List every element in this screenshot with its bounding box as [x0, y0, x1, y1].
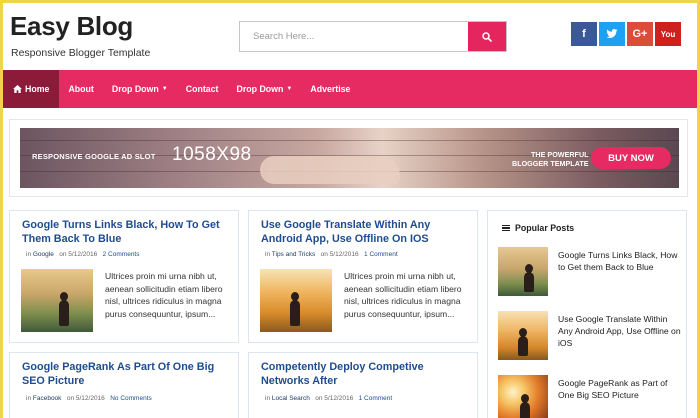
post-comments[interactable]: 1 Comment: [359, 395, 393, 402]
search-input[interactable]: [240, 22, 468, 51]
sidebar-heading: Popular Posts: [502, 223, 574, 233]
nav-item-label: Drop Down: [236, 84, 284, 94]
post-meta-in: in: [26, 395, 32, 402]
nav-item-label: Advertise: [310, 84, 351, 94]
thumbnail-figure: [518, 328, 528, 356]
nav-item-dropdown-1[interactable]: Drop Down ▼: [103, 70, 177, 108]
ad-image-hand: [260, 156, 400, 184]
popular-post-title[interactable]: Google PageRank as Part of One Big SEO P…: [558, 377, 683, 401]
site-title[interactable]: Easy Blog: [10, 11, 133, 42]
post-excerpt: Ultrices proin mi urna nibh ut, aenean s…: [105, 271, 223, 319]
nav-item-dropdown-2[interactable]: Drop Down ▼: [227, 70, 301, 108]
youtube-icon[interactable]: You: [655, 22, 681, 46]
ad-banner[interactable]: RESPONSIVE GOOGLE AD SLOT 1058X98 THE PO…: [20, 128, 679, 188]
post-date: on 5/12/2016: [315, 395, 354, 402]
thumbnail-figure: [520, 394, 530, 418]
post-title[interactable]: Competently Deploy Competive Networks Af…: [261, 360, 466, 388]
nav-item-home[interactable]: Home: [3, 70, 60, 108]
twitter-icon[interactable]: [599, 22, 625, 46]
post-comments[interactable]: 1 Comment: [364, 251, 398, 258]
post-category[interactable]: Tips and Tricks: [272, 251, 315, 258]
post-date: on 5/12/2016: [59, 251, 98, 258]
popular-post-thumbnail[interactable]: [498, 375, 548, 418]
post-card: Use Google Translate Within Any Android …: [248, 210, 478, 343]
post-meta: in Local Search on 5/12/2016 1 Comment: [265, 395, 392, 402]
post-meta-in: in: [26, 251, 32, 258]
post-title[interactable]: Use Google Translate Within Any Android …: [261, 218, 466, 246]
ad-right-line-2: BLOGGER TEMPLATE: [512, 159, 589, 168]
sidebar-popular-posts: Popular Posts Google Turns Links Black, …: [487, 210, 687, 418]
chevron-down-icon: ▼: [161, 86, 168, 92]
sidebar-heading-label: Popular Posts: [515, 223, 575, 233]
post-card: Competently Deploy Competive Networks Af…: [248, 352, 478, 418]
site-header: Easy Blog Responsive Blogger Template f …: [0, 0, 700, 68]
nav-item-label: Contact: [185, 84, 219, 94]
post-category[interactable]: Facebook: [33, 395, 62, 402]
popular-post-title[interactable]: Google Turns Links Black, How to Get the…: [558, 249, 683, 273]
post-comments[interactable]: No Comments: [110, 395, 152, 402]
post-card: Google Turns Links Black, How To Get The…: [9, 210, 239, 343]
post-card: Google PageRank As Part Of One Big SEO P…: [9, 352, 239, 418]
post-meta-in: in: [265, 251, 271, 258]
ad-container: RESPONSIVE GOOGLE AD SLOT 1058X98 THE PO…: [9, 119, 688, 197]
post-meta-in: in: [265, 395, 271, 402]
post-category[interactable]: Google: [33, 251, 54, 258]
post-meta: in Tips and Tricks on 5/12/2016 1 Commen…: [265, 251, 398, 258]
ad-size-text: 1058X98: [172, 144, 252, 165]
nav-item-contact[interactable]: Contact: [177, 70, 228, 108]
search-icon: [482, 31, 492, 42]
post-date: on 5/12/2016: [320, 251, 359, 258]
nav-item-label: Home: [25, 84, 50, 94]
popular-post-thumbnail[interactable]: [498, 247, 548, 296]
facebook-icon[interactable]: f: [571, 22, 597, 46]
post-title[interactable]: Google Turns Links Black, How To Get The…: [22, 218, 227, 246]
thumbnail-figure: [59, 292, 69, 326]
nav-item-advertise[interactable]: Advertise: [301, 70, 359, 108]
thumbnail-figure: [290, 292, 300, 326]
ad-decor: [20, 140, 679, 141]
nav-item-label: Drop Down: [111, 84, 159, 94]
chevron-down-icon: ▼: [286, 86, 293, 92]
post-meta: in Google on 5/12/2016 2 Comments: [26, 251, 140, 258]
search-button[interactable]: [468, 22, 506, 51]
buy-now-button[interactable]: BUY NOW: [591, 147, 671, 169]
ad-right-line-1: THE POWERFUL: [531, 150, 589, 159]
list-icon: [502, 223, 510, 232]
site-subtitle: Responsive Blogger Template: [11, 47, 151, 59]
post-comments[interactable]: 2 Comments: [103, 251, 140, 258]
nav-item-label: About: [68, 84, 94, 94]
post-meta: in Facebook on 5/12/2016 No Comments: [26, 395, 152, 402]
nav-item-about[interactable]: About: [59, 70, 102, 108]
google-plus-icon[interactable]: G+: [627, 22, 653, 46]
youtube-label: You: [660, 29, 676, 39]
post-thumbnail[interactable]: [21, 269, 93, 332]
ad-right-text: THE POWERFUL BLOGGER TEMPLATE: [512, 150, 589, 168]
post-excerpt: Ultrices proin mi urna nibh ut, aenean s…: [344, 271, 462, 319]
post-title[interactable]: Google PageRank As Part Of One Big SEO P…: [22, 360, 227, 388]
post-date: on 5/12/2016: [66, 395, 105, 402]
popular-post-thumbnail[interactable]: [498, 311, 548, 360]
post-category[interactable]: Local Search: [272, 395, 310, 402]
search-box: [239, 21, 507, 52]
post-thumbnail[interactable]: [260, 269, 332, 332]
main-nav: Home About Drop Down ▼ Contact Drop Down…: [3, 70, 697, 108]
ad-left-text: RESPONSIVE GOOGLE AD SLOT: [32, 152, 156, 161]
home-icon: [13, 85, 22, 93]
popular-post-title[interactable]: Use Google Translate Within Any Android …: [558, 313, 683, 349]
thumbnail-figure: [524, 264, 534, 292]
